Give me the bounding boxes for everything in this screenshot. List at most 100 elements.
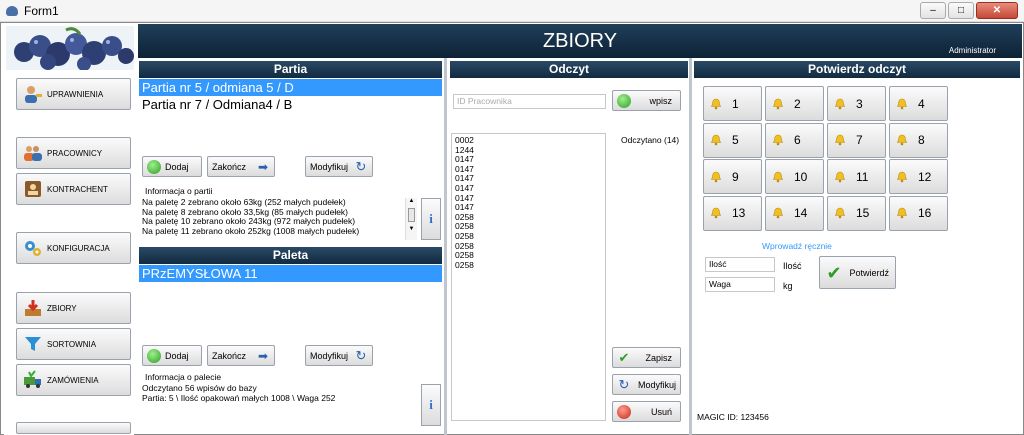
sidebar-item-label: ZAMÓWIENIA	[47, 375, 99, 385]
list-item[interactable]: 0258	[455, 260, 602, 271]
weight-input[interactable]: Waga	[705, 277, 775, 292]
key-button-4[interactable]: 4	[889, 86, 948, 121]
list-item[interactable]: 0258	[455, 241, 602, 252]
plus-icon	[147, 159, 161, 174]
key-button-2[interactable]: 2	[765, 86, 824, 121]
sidebar-item-pracownicy[interactable]: PRACOWNICY	[16, 137, 131, 169]
blueberries-logo	[6, 26, 134, 70]
contact-card-icon	[25, 181, 41, 197]
close-button[interactable]: ✕	[976, 2, 1018, 19]
readings-save-button[interactable]: ✔ Zapisz	[612, 347, 681, 368]
readings-list[interactable]: 0002 1244 0147 0147 0147 0147 0147 0147 …	[451, 133, 606, 421]
confirm-button[interactable]: ✔ Potwierdź	[819, 256, 896, 289]
sidebar-item-uprawnienia[interactable]: UPRAWNIENIA	[16, 78, 131, 110]
partia-info-scrollbar[interactable]: ▲ ▼	[405, 198, 417, 240]
info-line: Na paletę 11 zebrano około 252kg (1008 m…	[142, 225, 360, 236]
readings-delete-button[interactable]: Usuń	[612, 401, 681, 422]
inbox-tray-icon	[25, 300, 41, 316]
list-item[interactable]: 0258	[455, 231, 602, 242]
paleta-info-text: Odczytano 56 wpisów do bazy Partia: 5 \ …	[142, 383, 417, 408]
key-button-6[interactable]: 6	[765, 122, 824, 158]
key-button-3[interactable]: 3	[827, 86, 886, 121]
sidebar-item-kontrachent[interactable]: KONTRACHENT	[16, 173, 131, 205]
list-item[interactable]: 0147	[455, 193, 602, 204]
key-button-1[interactable]: 1	[703, 86, 762, 121]
window-titlebar: Form1 – □ ✕	[0, 0, 1024, 22]
key-button-13[interactable]: 13	[703, 195, 762, 231]
sidebar-item-konfiguracja[interactable]: KONFIGURACJA	[16, 232, 131, 264]
list-item[interactable]: 0258	[455, 212, 602, 223]
key-button-7[interactable]: 7	[827, 122, 886, 158]
sidebar-item-zbiory[interactable]: ZBIORY	[16, 292, 131, 324]
paleta-modify-button[interactable]: Modyfikuj ↻	[305, 345, 373, 366]
paleta-add-button[interactable]: Dodaj	[142, 345, 202, 366]
partia-panel-title: Partia	[139, 61, 442, 78]
key-label: 4	[918, 96, 925, 111]
partia-add-button[interactable]: Dodaj	[142, 156, 202, 177]
key-label: 11	[856, 169, 869, 184]
key-button-8[interactable]: 8	[889, 122, 948, 158]
employee-add-button[interactable]: wpisz	[612, 90, 681, 111]
key-label: 5	[732, 133, 739, 147]
bell-icon	[773, 134, 783, 146]
plus-icon	[617, 93, 631, 108]
partia-finish-button[interactable]: Zakończ ➡	[207, 156, 275, 177]
sidebar-item-more[interactable]	[16, 422, 131, 434]
key-button-14[interactable]: 14	[765, 195, 824, 231]
key-button-15[interactable]: 15	[827, 195, 886, 231]
list-item[interactable]: PRzEMYSŁOWA 11	[139, 265, 442, 282]
bell-icon	[835, 98, 845, 109]
list-item[interactable]: 1244	[455, 145, 602, 156]
app-icon	[6, 6, 18, 16]
bell-icon	[835, 207, 845, 219]
bell-icon	[773, 171, 783, 182]
button-label: Zapisz	[645, 352, 672, 363]
key-label: 2	[794, 96, 801, 111]
employee-id-input[interactable]: ID Pracownika	[453, 94, 606, 109]
users-icon	[24, 146, 42, 161]
key-button-16[interactable]: 16	[889, 195, 948, 231]
key-button-9[interactable]: 9	[703, 159, 762, 194]
key-label: 15	[856, 206, 870, 220]
key-label: 1	[732, 96, 739, 111]
list-item[interactable]: 0147	[455, 155, 602, 165]
minimize-button[interactable]: –	[920, 2, 946, 19]
list-item[interactable]: 0147	[455, 164, 602, 175]
list-item[interactable]: 0258	[455, 222, 602, 232]
button-label: Potwierdź	[849, 267, 889, 278]
readings-modify-button[interactable]: ↻ Modyfikuj	[612, 374, 681, 395]
list-item[interactable]: Partia nr 7 / Odmiana4 / B	[139, 96, 442, 113]
key-button-12[interactable]: 12	[889, 159, 948, 194]
potwierdz-panel-title: Potwierdz odczyt	[694, 61, 1020, 78]
key-button-10[interactable]: 10	[765, 159, 824, 194]
sidebar-item-sortownia[interactable]: SORTOWNIA	[16, 328, 131, 360]
list-item[interactable]: 0147	[455, 183, 602, 194]
sidebar-item-label: UPRAWNIENIA	[47, 89, 104, 99]
partia-info-button[interactable]: i	[421, 198, 441, 240]
quantity-input[interactable]: Ilość	[705, 257, 775, 272]
key-button-11[interactable]: 11	[827, 159, 886, 194]
delete-icon	[617, 404, 631, 419]
scroll-down-icon[interactable]: ▼	[406, 226, 417, 232]
key-label: 7	[856, 133, 863, 147]
list-item[interactable]: 0002	[455, 135, 602, 146]
paleta-info-button[interactable]: i	[421, 384, 441, 426]
refresh-icon: ↻	[618, 376, 630, 392]
list-item[interactable]: 0147	[455, 203, 602, 213]
sidebar-item-zamowienia[interactable]: ZAMÓWIENIA	[16, 364, 131, 396]
list-item[interactable]: 0147	[455, 174, 602, 184]
sidebar-item-label: SORTOWNIA	[47, 339, 97, 349]
paleta-list[interactable]: PRzEMYSŁOWA 11	[139, 265, 442, 340]
partia-list[interactable]: Partia nr 5 / odmiana 5 / D Partia nr 7 …	[139, 79, 442, 151]
page-title: ZBIORY	[542, 30, 618, 52]
key-label: 10	[794, 169, 808, 184]
panel-divider	[689, 58, 692, 435]
maximize-button[interactable]: □	[948, 2, 974, 19]
key-button-5[interactable]: 5	[703, 122, 762, 158]
list-item[interactable]: 0258	[455, 251, 602, 261]
paleta-finish-button[interactable]: Zakończ ➡	[207, 345, 275, 366]
list-item[interactable]: Partia nr 5 / odmiana 5 / D	[139, 79, 442, 96]
scroll-up-icon[interactable]: ▲	[406, 198, 417, 204]
partia-modify-button[interactable]: Modyfikuj ↻	[305, 156, 373, 177]
scroll-thumb[interactable]	[408, 208, 415, 222]
